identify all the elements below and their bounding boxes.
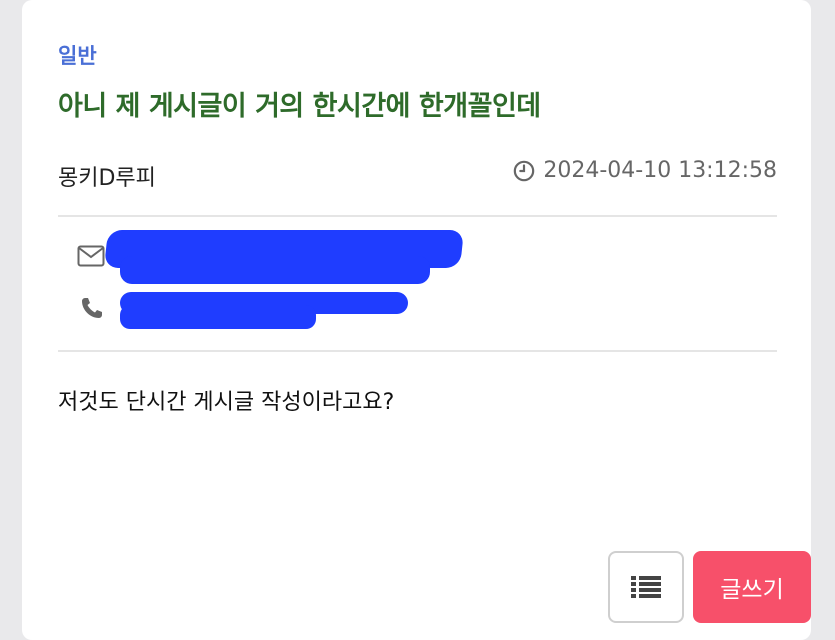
clock-icon bbox=[514, 160, 535, 181]
post-date-text: 2024-04-10 13:12:58 bbox=[543, 158, 777, 183]
mail-icon bbox=[77, 245, 105, 267]
list-icon bbox=[631, 576, 661, 598]
redaction-mark-email bbox=[120, 256, 430, 284]
write-button[interactable]: 글쓰기 bbox=[693, 551, 811, 623]
post-category[interactable]: 일반 bbox=[58, 40, 97, 70]
list-button[interactable] bbox=[608, 551, 684, 623]
post-author[interactable]: 몽키D루피 bbox=[58, 160, 156, 192]
post-title: 아니 제 게시글이 거의 한시간에 한개꼴인데 bbox=[58, 91, 541, 122]
post-body: 저것도 단시간 게시글 작성이라고요? bbox=[58, 390, 395, 415]
post-card: 일반 아니 제 게시글이 거의 한시간에 한개꼴인데 몽키D루피 2024-04… bbox=[22, 0, 811, 640]
redaction-mark-phone bbox=[120, 305, 316, 329]
post-date: 2024-04-10 13:12:58 bbox=[513, 158, 777, 183]
phone-icon bbox=[82, 298, 102, 318]
divider bbox=[58, 350, 777, 352]
divider bbox=[58, 215, 777, 217]
